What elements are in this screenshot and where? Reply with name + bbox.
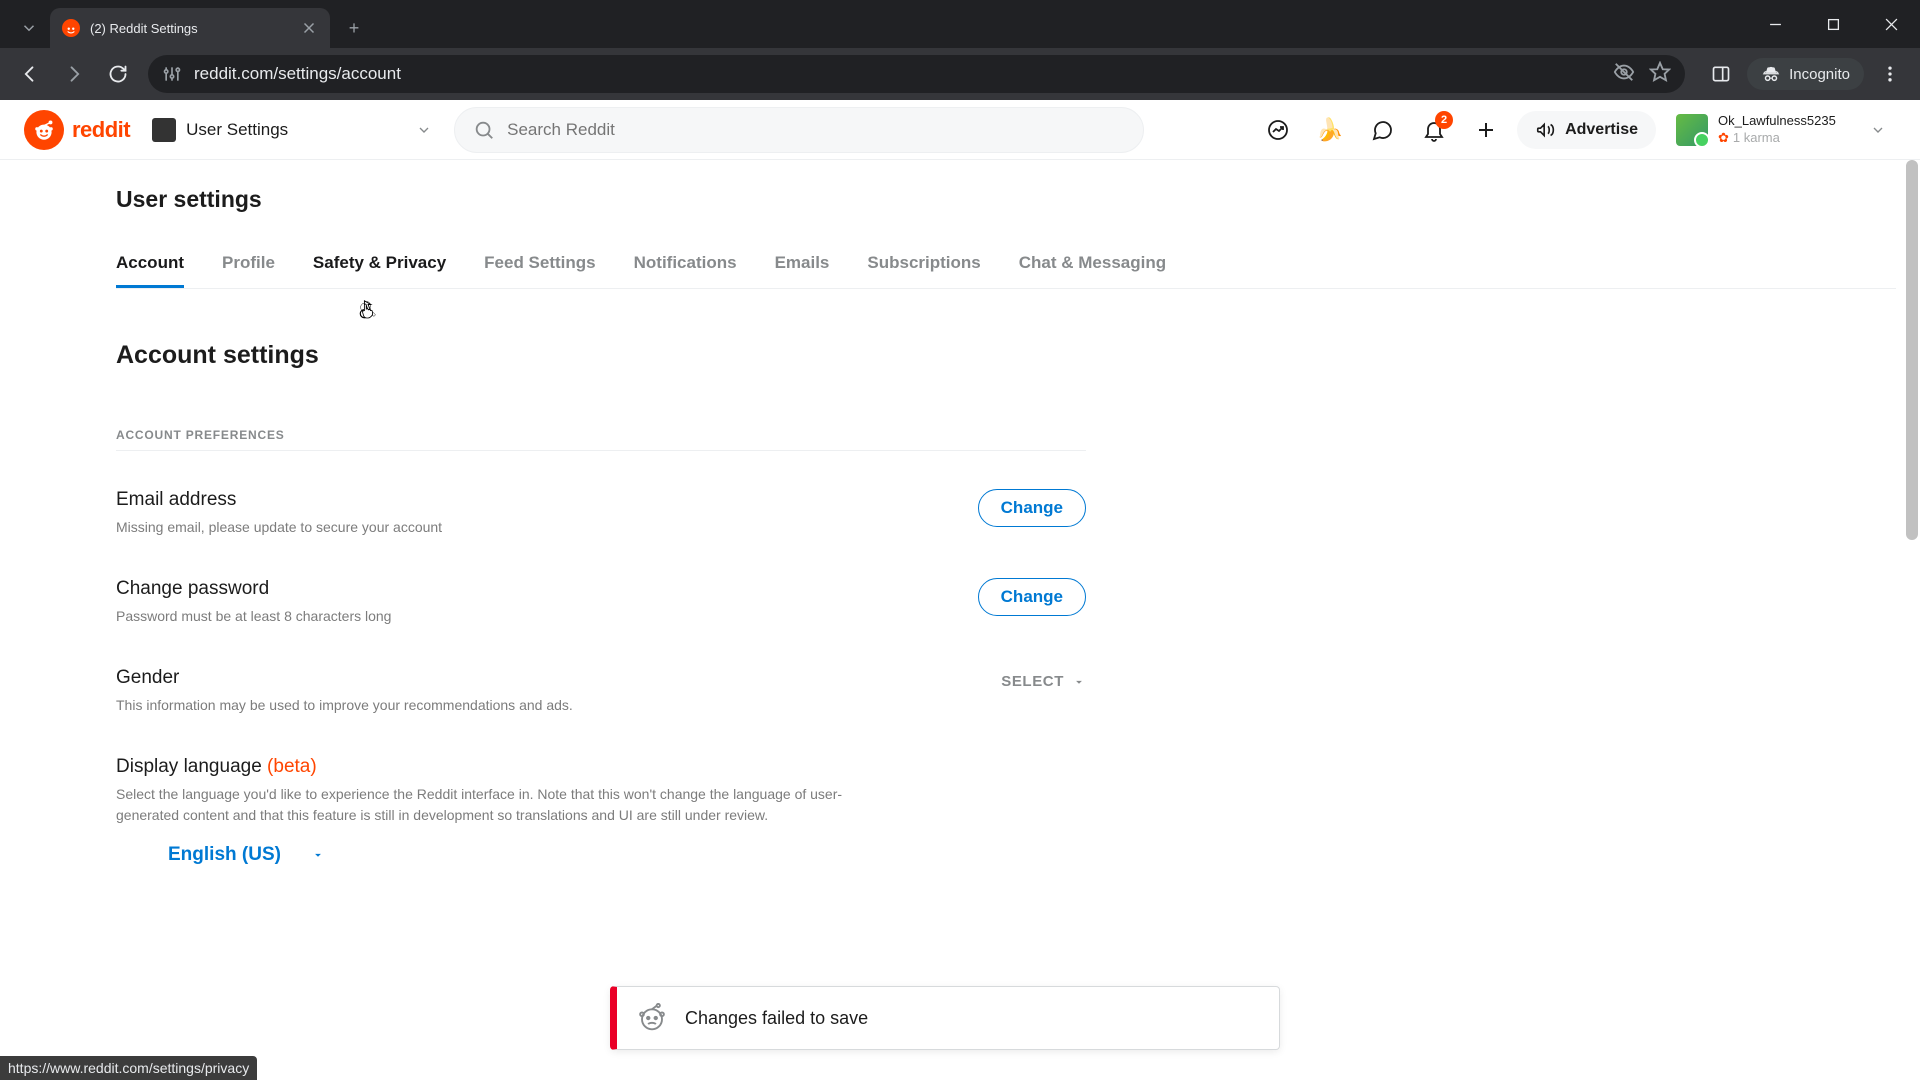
- create-post-icon[interactable]: [1465, 109, 1507, 151]
- maximize-button[interactable]: [1804, 4, 1862, 44]
- language-desc: Select the language you'd like to experi…: [116, 784, 886, 826]
- avatar: [1676, 114, 1708, 146]
- subsection-label: ACCOUNT PREFERENCES: [116, 428, 1086, 451]
- megaphone-icon: [1535, 119, 1557, 141]
- settings-tabs: Account Profile Safety & Privacy Feed Se…: [116, 253, 1896, 289]
- window-controls: [1746, 4, 1920, 44]
- tab-emails[interactable]: Emails: [775, 253, 830, 288]
- search-input[interactable]: [507, 120, 1125, 140]
- search-icon: [473, 119, 495, 141]
- password-title: Change password: [116, 578, 886, 600]
- search-tabs-button[interactable]: [8, 8, 50, 48]
- language-value: English (US): [168, 844, 281, 866]
- tab-chat-messaging[interactable]: Chat & Messaging: [1019, 253, 1166, 288]
- status-bar-url: https://www.reddit.com/settings/privacy: [0, 1056, 257, 1080]
- scrollbar-thumb[interactable]: [1906, 160, 1918, 540]
- side-panel-icon[interactable]: [1701, 54, 1741, 94]
- sad-snoo-icon: [637, 1003, 667, 1033]
- setting-gender: Gender This information may be used to i…: [116, 667, 1086, 716]
- chevron-down-icon: [416, 122, 432, 138]
- caret-down-icon: [1072, 675, 1086, 689]
- change-email-button[interactable]: Change: [978, 489, 1086, 527]
- notifications-icon[interactable]: 2: [1413, 109, 1455, 151]
- incognito-indicator[interactable]: Incognito: [1747, 58, 1864, 90]
- reddit-logo[interactable]: reddit: [24, 110, 130, 150]
- tab-feed-settings[interactable]: Feed Settings: [484, 253, 595, 288]
- user-karma: ✿1 karma: [1718, 130, 1836, 147]
- new-tab-button[interactable]: +: [338, 12, 370, 44]
- site-settings-icon[interactable]: [162, 64, 182, 84]
- gender-title: Gender: [116, 667, 886, 689]
- caret-down-icon: [311, 848, 325, 862]
- user-info: Ok_Lawfulness5235 ✿1 karma: [1718, 113, 1836, 147]
- close-tab-icon[interactable]: [300, 19, 318, 37]
- advertise-label: Advertise: [1565, 121, 1638, 139]
- page-title: User settings: [116, 186, 1920, 213]
- toast-message: Changes failed to save: [685, 1008, 868, 1029]
- url-text: reddit.com/settings/account: [194, 64, 1601, 84]
- chat-icon[interactable]: [1361, 109, 1403, 151]
- tab-profile[interactable]: Profile: [222, 253, 275, 288]
- setting-email: Email address Missing email, please upda…: [116, 489, 1086, 538]
- advertise-button[interactable]: Advertise: [1517, 111, 1656, 149]
- reddit-favicon: [62, 19, 80, 37]
- setting-language: Display language (beta) Select the langu…: [116, 756, 1086, 826]
- back-button[interactable]: [10, 54, 50, 94]
- incognito-label: Incognito: [1789, 66, 1850, 83]
- email-title: Email address: [116, 489, 886, 511]
- change-password-button[interactable]: Change: [978, 578, 1086, 616]
- tab-title: (2) Reddit Settings: [90, 21, 290, 36]
- email-desc: Missing email, please update to secure y…: [116, 517, 886, 538]
- search-bar[interactable]: [454, 107, 1144, 153]
- language-select[interactable]: English (US): [168, 844, 1920, 866]
- browser-chrome: (2) Reddit Settings + reddit.com/setting…: [0, 0, 1920, 100]
- tab-notifications[interactable]: Notifications: [634, 253, 737, 288]
- reload-button[interactable]: [98, 54, 138, 94]
- banana-icon[interactable]: 🍌: [1309, 109, 1351, 151]
- notification-badge: 2: [1435, 111, 1453, 129]
- snoo-icon: [24, 110, 64, 150]
- tab-subscriptions[interactable]: Subscriptions: [867, 253, 980, 288]
- main-content: User settings Account Profile Safety & P…: [0, 160, 1920, 866]
- gender-select-button[interactable]: SELECT: [1001, 673, 1086, 690]
- minimize-button[interactable]: [1746, 4, 1804, 44]
- reddit-wordmark: reddit: [72, 117, 130, 143]
- setting-password: Change password Password must be at leas…: [116, 578, 1086, 627]
- karma-icon: ✿: [1718, 130, 1729, 147]
- error-toast: Changes failed to save: [610, 986, 1280, 1050]
- popular-icon[interactable]: [1257, 109, 1299, 151]
- bookmark-star-icon[interactable]: [1649, 61, 1671, 88]
- url-field[interactable]: reddit.com/settings/account: [148, 55, 1685, 93]
- section-title: Account settings: [116, 341, 1920, 370]
- gender-desc: This information may be used to improve …: [116, 695, 886, 716]
- tab-safety-privacy[interactable]: Safety & Privacy: [313, 253, 446, 288]
- address-bar: reddit.com/settings/account Incognito: [0, 48, 1920, 100]
- chrome-menu-icon[interactable]: [1870, 54, 1910, 94]
- chevron-down-icon: [1870, 122, 1886, 138]
- password-desc: Password must be at least 8 characters l…: [116, 606, 886, 627]
- language-title: Display language (beta): [116, 756, 886, 778]
- user-menu[interactable]: Ok_Lawfulness5235 ✿1 karma: [1666, 109, 1896, 151]
- username: Ok_Lawfulness5235: [1718, 113, 1836, 130]
- eye-off-icon[interactable]: [1613, 61, 1635, 88]
- forward-button[interactable]: [54, 54, 94, 94]
- browser-tab[interactable]: (2) Reddit Settings: [50, 8, 330, 48]
- nav-dropdown-icon: [152, 118, 176, 142]
- nav-dropdown[interactable]: User Settings: [142, 112, 442, 148]
- reddit-header: reddit User Settings 🍌 2 Advertise Ok_La…: [0, 100, 1920, 160]
- tab-bar: (2) Reddit Settings +: [0, 0, 1920, 48]
- tab-account[interactable]: Account: [116, 253, 184, 288]
- close-window-button[interactable]: [1862, 4, 1920, 44]
- nav-dropdown-label: User Settings: [186, 120, 406, 140]
